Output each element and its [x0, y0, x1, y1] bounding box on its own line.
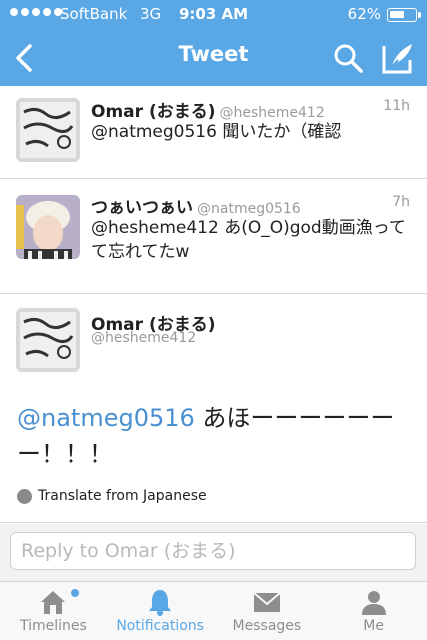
tab-label: Messages [232, 618, 302, 634]
tweet-time: 7h [392, 194, 410, 210]
reply-input[interactable]: Reply to Omar (おまる) [10, 532, 416, 570]
tweet-time: 11h [383, 98, 410, 114]
bell-icon [149, 590, 172, 616]
tab-me[interactable]: Me [320, 582, 427, 640]
tab-messages[interactable]: Messages [214, 582, 321, 640]
tweet-text: @hesheme412 あ(O_O)god動画漁ってて忘れてたw [91, 218, 406, 262]
author-handle: @natmeg0516 [197, 201, 301, 217]
tweet-author[interactable]: つぁいつぁい @natmeg0516 [91, 193, 301, 218]
battery-icon [387, 8, 421, 22]
unread-dot [71, 589, 79, 597]
author-handle: @hesheme412 [219, 105, 325, 121]
translate-link[interactable]: Translate from Japanese [17, 488, 207, 504]
mention-link[interactable]: @natmeg0516 [17, 404, 195, 432]
status-bar: SoftBank 3G 9:03 AM 62% [0, 0, 427, 30]
battery-percent: 62% [347, 5, 381, 23]
navigation-bar: Tweet [0, 30, 427, 86]
person-icon [361, 591, 386, 615]
tweet-body: @natmeg0516 あほーーーーーーー！！！ [17, 400, 412, 472]
tweet-item[interactable]: つぁいつぁい @natmeg0516 7h @hesheme412 あ(O_O)g… [0, 180, 427, 294]
reply-bar: Reply to Omar (おまる) [0, 524, 427, 582]
battery-fill [390, 11, 404, 18]
author-name: つぁいつぁい [91, 198, 193, 218]
globe-icon [17, 488, 32, 504]
tweet-detail: Omar (おまる) @hesheme412 @natmeg0516 あほーーー… [0, 295, 427, 523]
home-icon [41, 591, 66, 614]
envelope-icon [253, 592, 281, 612]
tab-timelines[interactable]: Timelines [0, 582, 107, 640]
author-name: Omar (おまる) [91, 102, 216, 122]
avatar[interactable] [16, 195, 80, 259]
translate-label: Translate from Japanese [38, 488, 207, 504]
compose-icon[interactable] [378, 38, 418, 78]
tab-notifications[interactable]: Notifications [107, 582, 214, 640]
tweet-text: @natmeg0516 聞いたか（確認 [91, 122, 342, 142]
tab-label: Me [363, 618, 384, 634]
tab-label: Timelines [19, 618, 87, 634]
search-icon[interactable] [330, 40, 366, 76]
top-bar: SoftBank 3G 9:03 AM 62% Tweet [0, 0, 427, 86]
avatar[interactable] [16, 98, 80, 162]
tweet-item[interactable]: Omar (おまる) @hesheme412 11h @natmeg0516 聞い… [0, 86, 427, 179]
tab-bar: Timelines Notifications Messages Me [0, 582, 427, 640]
author-handle[interactable]: @hesheme412 [91, 330, 196, 346]
tweet-author[interactable]: Omar (おまる) @hesheme412 [91, 97, 325, 122]
tab-label: Notifications [116, 618, 204, 634]
avatar[interactable] [16, 308, 80, 372]
